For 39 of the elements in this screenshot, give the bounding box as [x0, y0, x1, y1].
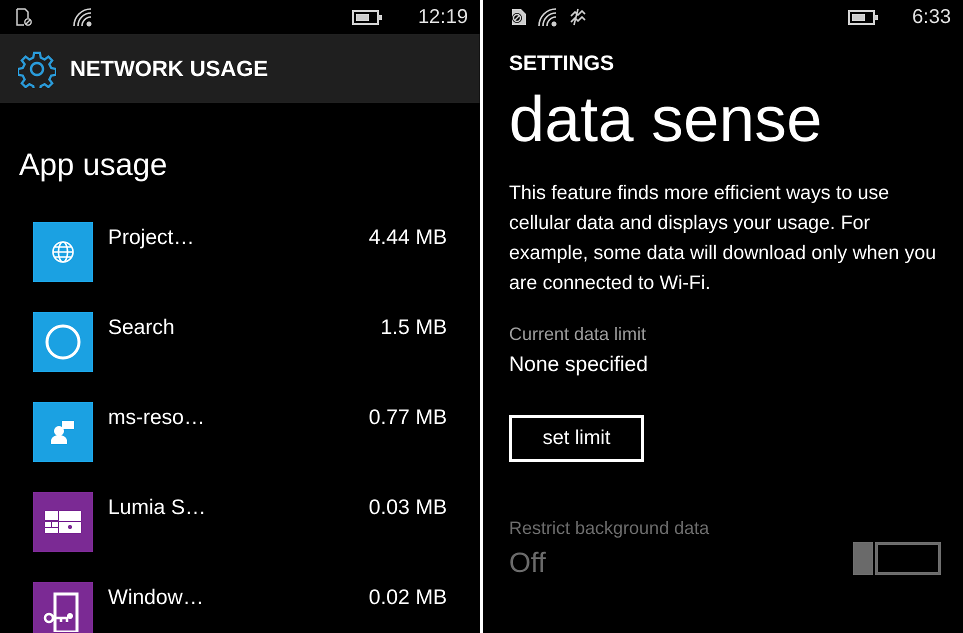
section-label: SETTINGS: [509, 52, 614, 76]
person-chat-icon: [50, 419, 76, 445]
app-tile[interactable]: [33, 582, 93, 633]
app-tile[interactable]: [33, 312, 93, 372]
app-name[interactable]: Lumia S…: [108, 496, 278, 520]
clock-time: 6:33: [912, 6, 951, 28]
data-usage: 4.44 MB: [368, 226, 447, 250]
data-transfer-icon: [569, 8, 587, 26]
phone-blocked-icon: [16, 8, 32, 26]
battery-icon: [352, 10, 382, 24]
app-name[interactable]: Window…: [108, 586, 278, 610]
setting-value: None specified: [509, 353, 648, 377]
globe-icon: [51, 240, 75, 264]
tiles-icon: [45, 511, 81, 533]
setting-label: Restrict background data: [509, 518, 710, 539]
page-title: data sense: [509, 82, 822, 156]
section-heading: App usage: [18, 146, 168, 184]
app-tile[interactable]: [33, 492, 93, 552]
set-limit-button[interactable]: set limit: [509, 415, 644, 462]
wifi-icon: [72, 7, 94, 27]
app-name[interactable]: ms-reso…: [108, 406, 278, 430]
setting-value: Off: [509, 547, 546, 579]
clock-time: 12:19: [418, 6, 468, 28]
ring-icon: [44, 323, 82, 361]
setting-label: Current data limit: [509, 324, 646, 345]
data-usage: 0.77 MB: [368, 406, 447, 430]
app-name[interactable]: Search: [108, 316, 278, 340]
data-usage: 0.02 MB: [368, 586, 447, 610]
battery-icon: [848, 10, 878, 24]
wifi-icon: [537, 7, 559, 27]
app-name[interactable]: Project…: [108, 226, 278, 250]
data-usage: 0.03 MB: [368, 496, 447, 520]
settings-icon: [18, 50, 56, 88]
data-usage: 1.5 MB: [380, 316, 447, 340]
page-title: NETWORK USAGE: [70, 56, 268, 82]
app-tile[interactable]: [33, 222, 93, 282]
app-tile[interactable]: [33, 402, 93, 462]
description-text: This feature finds more efficient ways to use cellular data and displays your usage. For example, some data will download only when you are connected to Wi-Fi.: [509, 181, 938, 296]
sim-blocked-icon: [509, 8, 527, 26]
